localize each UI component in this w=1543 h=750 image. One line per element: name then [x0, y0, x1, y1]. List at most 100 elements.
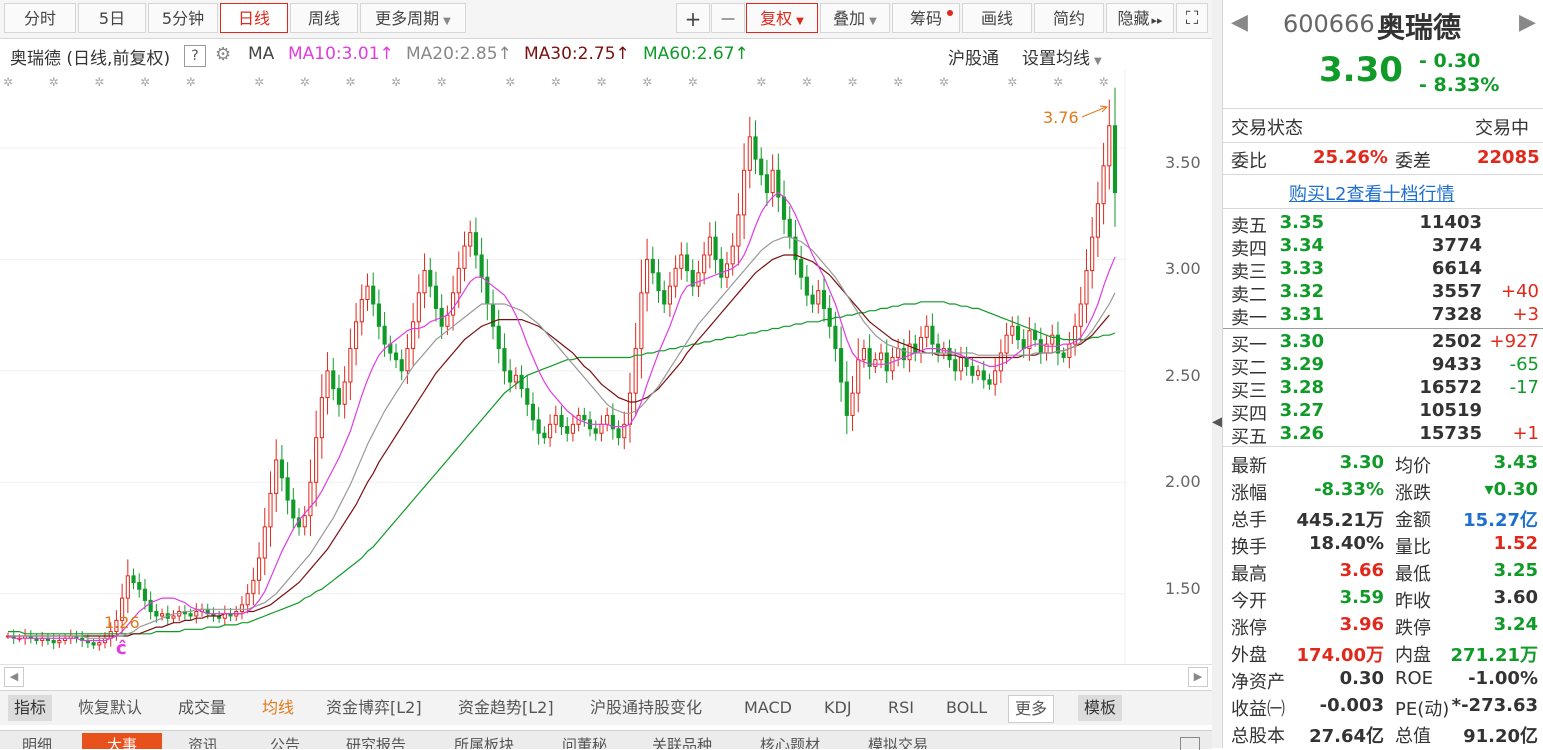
candle-body: [599, 423, 604, 434]
tab-announcement[interactable]: 公告: [270, 733, 300, 749]
candle: [479, 237, 484, 293]
candle: [821, 275, 827, 322]
tab-ma[interactable]: 均线: [256, 695, 300, 721]
simple-button[interactable]: 简约: [1034, 3, 1104, 33]
chips-button[interactable]: 筹码: [892, 3, 960, 33]
tab-weekly[interactable]: 周线: [290, 3, 358, 33]
tab-daily[interactable]: 日线: [220, 3, 288, 33]
hide-label: 隐藏: [1117, 9, 1150, 28]
draw-line-button[interactable]: 画线: [962, 3, 1032, 33]
candle: [930, 313, 935, 356]
stat-label: 最新: [1231, 456, 1267, 477]
tab-5day[interactable]: 5日: [78, 3, 146, 33]
event-star-icon: ✲: [254, 75, 264, 89]
stat-value: -0.003: [1319, 695, 1384, 716]
fuquan-dropdown[interactable]: 复权 ▼: [746, 3, 818, 33]
buy-level-5[interactable]: 买五 3.26 15735 +1: [1223, 423, 1543, 448]
zoom-in-button[interactable]: +: [676, 3, 710, 33]
tab-sim-trade[interactable]: 模拟交易: [868, 733, 928, 749]
candle-body: [833, 325, 838, 350]
more-period-dropdown[interactable]: 更多周期 ▼: [360, 3, 466, 33]
candle-body: [878, 352, 884, 361]
candle: [319, 374, 324, 459]
candle-body: [696, 272, 701, 287]
tab-news[interactable]: 资讯: [188, 733, 218, 749]
overlay-dropdown[interactable]: 叠加 ▼: [820, 3, 890, 33]
template-button[interactable]: 模板: [1078, 695, 1123, 721]
prev-stock-icon[interactable]: ◀: [1231, 10, 1248, 35]
event-star-icon: ✲: [596, 75, 606, 89]
event-c-icon[interactable]: ĉ: [116, 638, 127, 659]
more-indicators-button[interactable]: 更多: [1008, 695, 1055, 723]
tab-fund-game[interactable]: 资金博弈[L2]: [320, 695, 428, 721]
panel-splitter[interactable]: ◀: [1212, 0, 1223, 748]
tab-5min[interactable]: 5分钟: [148, 3, 218, 33]
candle: [1033, 322, 1038, 347]
candle: [993, 358, 998, 396]
candle-body: [930, 325, 935, 345]
tab-kdj[interactable]: KDJ: [818, 695, 858, 721]
zoom-out-button[interactable]: —: [711, 3, 745, 33]
hugutong-link[interactable]: 沪股通: [948, 44, 999, 69]
notification-dot-icon: [947, 10, 953, 16]
candle-body: [570, 423, 575, 434]
candle: [1015, 315, 1021, 350]
tab-macd[interactable]: MACD: [738, 695, 798, 721]
sell-level-4[interactable]: 卖二 3.32 3557 +40: [1223, 281, 1543, 306]
help-icon[interactable]: ?: [184, 45, 206, 67]
event-star-icon: ✲: [893, 75, 903, 89]
buy-level-4[interactable]: 买四 3.27 10519: [1223, 400, 1543, 425]
buy-volume: 16572: [1419, 377, 1482, 398]
candle-body: [964, 356, 969, 367]
candle-body: [787, 218, 792, 238]
candle: [222, 605, 227, 626]
candle: [171, 610, 176, 624]
tab-hgt-holding[interactable]: 沪股通持股变化: [584, 695, 708, 721]
scroll-left-icon[interactable]: ◀: [4, 667, 24, 687]
gear-icon[interactable]: ⚙: [215, 44, 231, 65]
buy-level-3[interactable]: 买三 3.28 16572 -17: [1223, 377, 1543, 402]
tab-ask-secretary[interactable]: 问董秘: [562, 733, 607, 749]
set-ma-dropdown[interactable]: 设置均线 ▼: [1022, 44, 1102, 69]
tab-related[interactable]: 关联品种: [652, 733, 712, 749]
buy-level-2[interactable]: 买二 3.29 9433 -65: [1223, 354, 1543, 379]
indicator-button[interactable]: 指标: [8, 695, 53, 721]
tab-core-theme[interactable]: 核心题材: [760, 733, 820, 749]
kline-chart[interactable]: ✲ ✲ ✲ ✲ ✲ ✲ ✲ ✲ ✲ ✲ ✲ ✲ ✲ ✲ ✲ ✲ ✲ ✲ ✲ ✲ ✲ ✲ ✲: [0, 70, 1212, 665]
tab-fund-trend[interactable]: 资金趋势[L2]: [452, 695, 560, 721]
window-icon[interactable]: [1180, 737, 1200, 750]
candle: [530, 392, 536, 431]
sell-level-3[interactable]: 卖三 3.33 6614: [1223, 258, 1543, 283]
candle: [970, 357, 975, 384]
tab-rsi[interactable]: RSI: [882, 695, 920, 721]
tab-sector[interactable]: 所属板块: [454, 733, 514, 749]
candle: [399, 349, 404, 381]
ma20-line: [8, 236, 1116, 639]
price-change: - 0.30: [1419, 50, 1481, 72]
tab-boll[interactable]: BOLL: [940, 695, 993, 721]
candle-body: [1010, 325, 1015, 336]
scroll-right-icon[interactable]: ▶: [1188, 667, 1208, 687]
hide-button[interactable]: 隐藏 ▸▸: [1106, 3, 1174, 33]
event-star-icon: ✲: [848, 75, 858, 89]
tab-detail[interactable]: 明细: [22, 733, 52, 749]
candle: [451, 275, 456, 331]
sell-level-2[interactable]: 卖四 3.34 3774: [1223, 235, 1543, 260]
candle-body: [707, 236, 712, 256]
tab-fenshi[interactable]: 分时: [4, 3, 76, 33]
tab-volume[interactable]: 成交量: [172, 695, 232, 721]
sell-level-5[interactable]: 卖一 3.31 7328 +3: [1223, 304, 1543, 329]
sell-level-1[interactable]: 卖五 3.35 11403: [1223, 212, 1543, 237]
next-stock-icon[interactable]: ▶: [1519, 10, 1536, 35]
chart-scrollbar[interactable]: ◀ ▶: [0, 664, 1212, 689]
tab-events[interactable]: 大事: [82, 733, 162, 749]
tab-research[interactable]: 研究报告: [346, 733, 406, 749]
stat-label: 净资产: [1231, 672, 1285, 693]
candle: [28, 630, 33, 644]
candle-body: [713, 236, 718, 260]
buy-level-1[interactable]: 买一 3.30 2502 +927: [1223, 331, 1543, 356]
l2-purchase-link[interactable]: 购买L2查看十档行情: [1289, 180, 1454, 206]
stat-label: 外盘: [1231, 645, 1267, 666]
fullscreen-icon[interactable]: ⛶: [1176, 3, 1208, 33]
reset-default-button[interactable]: 恢复默认: [72, 695, 148, 721]
